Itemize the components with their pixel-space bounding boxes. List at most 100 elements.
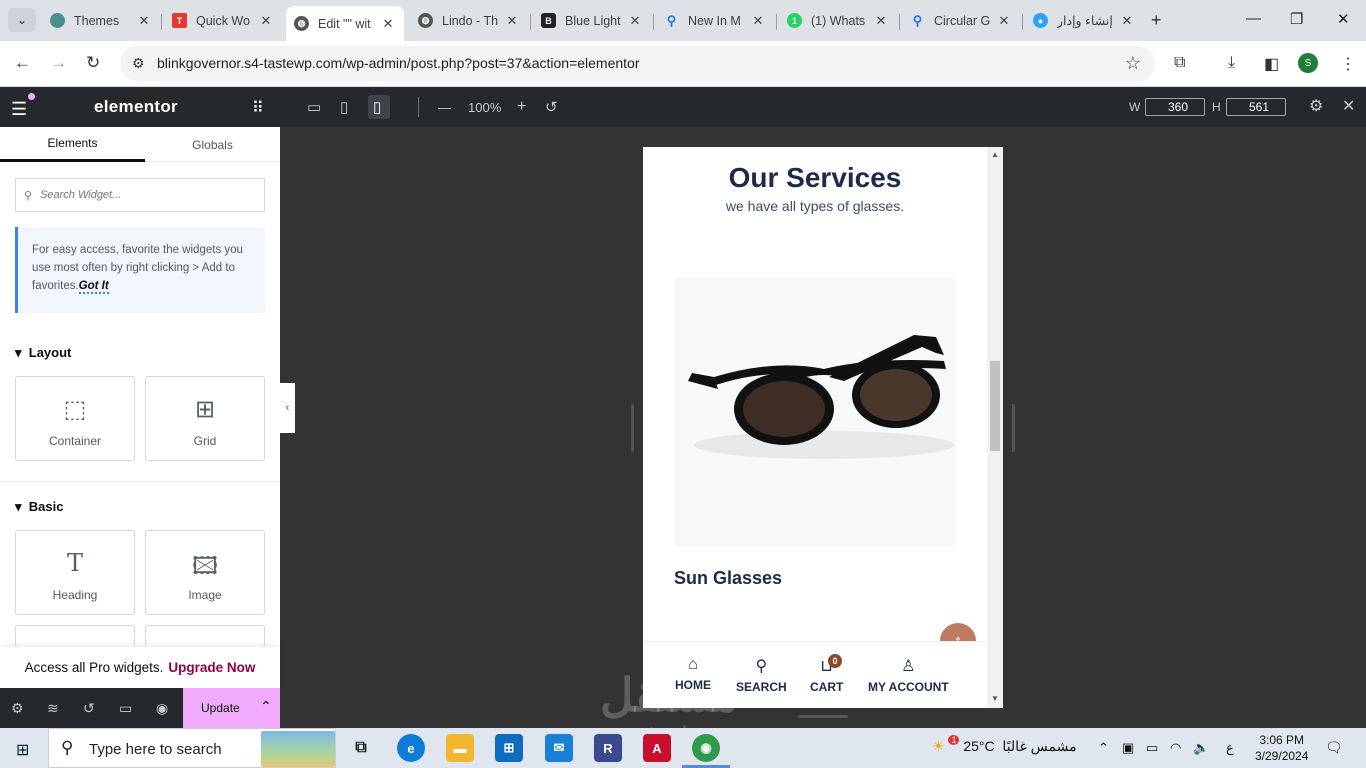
responsive-icon[interactable]: ▭	[119, 700, 132, 717]
chevron-up-icon[interactable]: ⌃	[1098, 740, 1109, 756]
menu-dots-icon[interactable]: ⋮	[1340, 54, 1356, 74]
minimize-icon[interactable]: —	[1246, 10, 1261, 27]
width-input[interactable]: 360	[1145, 98, 1205, 116]
browser-tab-edit[interactable]: ◍ Edit "" wit ✕	[286, 6, 404, 41]
file-explorer-icon[interactable]: ▬	[446, 734, 474, 762]
settings-icon[interactable]: ⚙	[1309, 96, 1323, 116]
bookmark-star-icon[interactable]: ☆	[1125, 53, 1141, 74]
download-icon[interactable]: ⤓	[1228, 54, 1235, 72]
close-icon[interactable]: ✕	[627, 13, 643, 29]
reload-icon[interactable]: ↻	[86, 53, 100, 73]
close-preview-icon[interactable]: ✕	[1342, 96, 1355, 116]
close-icon[interactable]: ✕	[996, 13, 1012, 29]
new-tab-button[interactable]: +	[1151, 10, 1162, 31]
hamburger-menu-icon[interactable]: ☰	[11, 99, 27, 120]
preview-eye-icon[interactable]: ◉	[156, 700, 168, 717]
got-it-link[interactable]: Got It	[78, 280, 109, 294]
battery-icon[interactable]: ▭	[1146, 740, 1158, 756]
tablet-icon[interactable]: ▯	[340, 98, 348, 116]
sunglasses-image[interactable]	[674, 277, 956, 547]
mail-icon[interactable]: ✉	[545, 734, 573, 762]
chrome-icon[interactable]: ◉	[692, 734, 720, 762]
layers-icon[interactable]: ≋	[47, 700, 59, 717]
close-icon[interactable]: ✕	[1119, 13, 1135, 29]
browser-tab-newin[interactable]: ⚲ New In M ✕	[656, 6, 774, 35]
volume-icon[interactable]: 🔈	[1193, 740, 1209, 756]
window-close-icon[interactable]: ✕	[1337, 10, 1350, 28]
widget-image[interactable]: 🖾 Image	[145, 530, 265, 615]
close-icon[interactable]: ✕	[873, 13, 889, 29]
browser-tab-arabic[interactable]: ● إنشاء وإدار ✕	[1025, 6, 1143, 35]
widget-grid[interactable]: ⊞ Grid	[145, 376, 265, 461]
side-panel-icon[interactable]: ◧	[1264, 54, 1279, 74]
desktop-icon[interactable]: ▭	[307, 98, 321, 116]
taskbar-search[interactable]: ⚲ Type here to search	[48, 728, 336, 768]
zoom-out-icon[interactable]: —	[438, 100, 451, 115]
profile-avatar[interactable]: S	[1298, 53, 1318, 73]
nav-account[interactable]: ♙ MY ACCOUNT	[868, 656, 949, 694]
chevron-up-icon[interactable]: ⌃	[260, 698, 272, 715]
browser-tab-quick[interactable]: T Quick Wo ✕	[164, 6, 282, 35]
address-bar[interactable]: ⚙ blinkgovernor.s4-tastewp.com/wp-admin/…	[120, 46, 1155, 81]
reset-zoom-icon[interactable]: ↺	[545, 98, 558, 116]
nav-search[interactable]: ⚲ SEARCH	[736, 656, 787, 694]
weather-text: مشمس غالبًا	[1002, 738, 1077, 754]
forward-icon[interactable]: →	[50, 53, 67, 73]
extensions-icon[interactable]: ⧉	[1174, 54, 1185, 72]
tab-search-button[interactable]: ⌄	[8, 8, 36, 32]
basic-section-header[interactable]: ▾ Basic	[15, 499, 63, 515]
close-icon[interactable]: ✕	[504, 13, 520, 29]
resize-handle-right[interactable]	[1012, 404, 1015, 452]
zoom-in-icon[interactable]: +	[517, 98, 526, 116]
meet-now-icon[interactable]: ▣	[1122, 740, 1134, 756]
browser-tab-lindo[interactable]: ◍ Lindo - Th ✕	[410, 6, 528, 35]
preview-scrollbar[interactable]: ▲ ▼	[987, 147, 1003, 708]
weather-widget[interactable]: ☀ 1 25°C مشمس غالبًا	[932, 735, 1077, 755]
close-icon[interactable]: ✕	[380, 16, 396, 32]
settings-icon[interactable]: ⚙	[11, 700, 24, 717]
layout-section-header[interactable]: ▾ Layout	[15, 345, 71, 361]
widget-partial[interactable]	[15, 625, 135, 647]
resize-handle-left[interactable]	[631, 404, 634, 452]
resize-handle-bottom[interactable]	[798, 715, 848, 718]
windows-start-icon[interactable]: ⊞	[16, 740, 29, 760]
tab-elements[interactable]: Elements	[0, 127, 145, 162]
task-view-icon[interactable]: ⧉	[347, 734, 375, 762]
mobile-icon[interactable]: ▯	[373, 98, 381, 116]
tab-globals[interactable]: Globals	[140, 127, 285, 162]
update-button[interactable]: Update ⌃	[183, 688, 280, 728]
autocad-icon[interactable]: A	[643, 734, 671, 762]
upgrade-now-link[interactable]: Upgrade Now	[168, 660, 255, 675]
nav-label: SEARCH	[736, 680, 787, 694]
browser-tab-themes[interactable]: Themes ✕	[42, 6, 160, 35]
widget-heading[interactable]: T Heading	[15, 530, 135, 615]
close-icon[interactable]: ✕	[258, 13, 274, 29]
browser-tab-circular[interactable]: ⚲ Circular G ✕	[902, 6, 1020, 35]
pro-text: Access all Pro widgets.	[24, 660, 164, 675]
widgets-grid-icon[interactable]: ⠿	[252, 98, 264, 118]
widget-container[interactable]: ⬚ Container	[15, 376, 135, 461]
store-icon[interactable]: ⊞	[495, 734, 523, 762]
revit-icon[interactable]: R	[594, 734, 622, 762]
close-icon[interactable]: ✕	[750, 13, 766, 29]
restore-icon[interactable]: ❐	[1290, 10, 1303, 28]
taskbar-clock[interactable]: 3:06 PM 3/29/2024	[1255, 732, 1308, 764]
collapse-panel-button[interactable]: ‹	[280, 383, 295, 433]
notifications-icon[interactable]: 🗨	[1325, 739, 1343, 756]
wifi-icon[interactable]: ◠	[1170, 740, 1181, 756]
site-info-icon[interactable]: ⚙	[132, 55, 145, 72]
scrollbar-thumb[interactable]	[990, 361, 1000, 451]
history-icon[interactable]: ↺	[83, 700, 95, 717]
edge-icon[interactable]: e	[397, 734, 425, 762]
browser-tab-whatsapp[interactable]: 1 (1) Whats ✕	[779, 6, 897, 35]
close-icon[interactable]: ✕	[136, 13, 152, 29]
back-icon[interactable]: ←	[14, 53, 31, 73]
scroll-down-icon[interactable]: ▼	[991, 694, 999, 703]
language-indicator[interactable]: ع	[1226, 740, 1234, 756]
browser-toolbar: ← → ↻ ⚙ blinkgovernor.s4-tastewp.com/wp-…	[0, 41, 1366, 87]
browser-tab-bluelight[interactable]: B Blue Light ✕	[533, 6, 651, 35]
scroll-up-icon[interactable]: ▲	[991, 150, 999, 159]
widget-partial[interactable]	[145, 625, 265, 647]
search-widget-input[interactable]: ⚲ Search Widget...	[15, 178, 265, 212]
height-input[interactable]: 561	[1226, 98, 1286, 116]
